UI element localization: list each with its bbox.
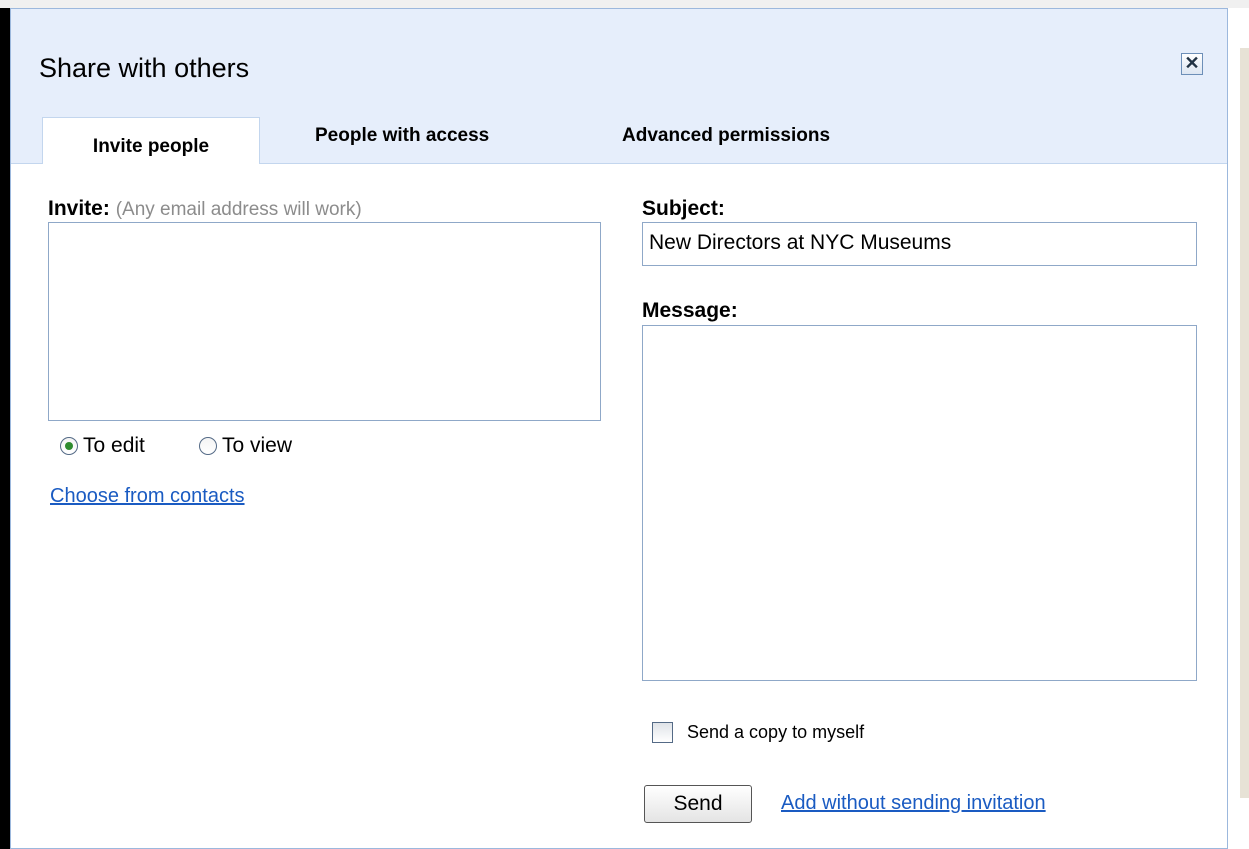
- dialog-header: Share with others ✕: [11, 9, 1227, 103]
- background-menubar: [0, 0, 1249, 8]
- tab-advanced-permissions[interactable]: Advanced permissions: [622, 125, 830, 147]
- invite-email-field[interactable]: [48, 222, 601, 421]
- background-document-edge: [1228, 8, 1249, 849]
- message-field[interactable]: [642, 325, 1197, 681]
- invite-label: Invite:: [48, 197, 110, 220]
- radio-to-edit[interactable]: To edit: [60, 434, 145, 458]
- tab-people-with-access[interactable]: People with access: [315, 125, 489, 147]
- radio-unchecked-icon[interactable]: [199, 437, 217, 455]
- radio-to-view[interactable]: To view: [199, 434, 292, 458]
- tab-bar: Invite people People with access Advance…: [11, 103, 1227, 164]
- invite-hint: (Any email address will work): [115, 199, 362, 220]
- radio-to-edit-label: To edit: [83, 434, 145, 457]
- tab-invite-people[interactable]: Invite people: [42, 117, 260, 164]
- message-label: Message:: [642, 299, 738, 322]
- send-copy-checkbox[interactable]: [652, 722, 673, 743]
- subject-field[interactable]: New Directors at NYC Museums: [642, 222, 1197, 266]
- dialog-title: Share with others: [39, 53, 250, 83]
- share-dialog: Share with others ✕ Invite people People…: [10, 8, 1228, 849]
- background-strip: [1240, 48, 1249, 798]
- choose-from-contacts-link[interactable]: Choose from contacts: [50, 485, 245, 508]
- radio-to-view-label: To view: [222, 434, 293, 457]
- subject-label: Subject:: [642, 197, 725, 220]
- close-icon[interactable]: ✕: [1181, 53, 1203, 75]
- send-copy-label: Send a copy to myself: [687, 722, 865, 742]
- add-without-sending-link[interactable]: Add without sending invitation: [781, 792, 1046, 815]
- send-copy-checkbox-row[interactable]: Send a copy to myself: [652, 722, 864, 743]
- radio-checked-icon[interactable]: [60, 437, 78, 455]
- send-button[interactable]: Send: [644, 785, 752, 823]
- invite-label-row: Invite: (Any email address will work): [48, 197, 362, 221]
